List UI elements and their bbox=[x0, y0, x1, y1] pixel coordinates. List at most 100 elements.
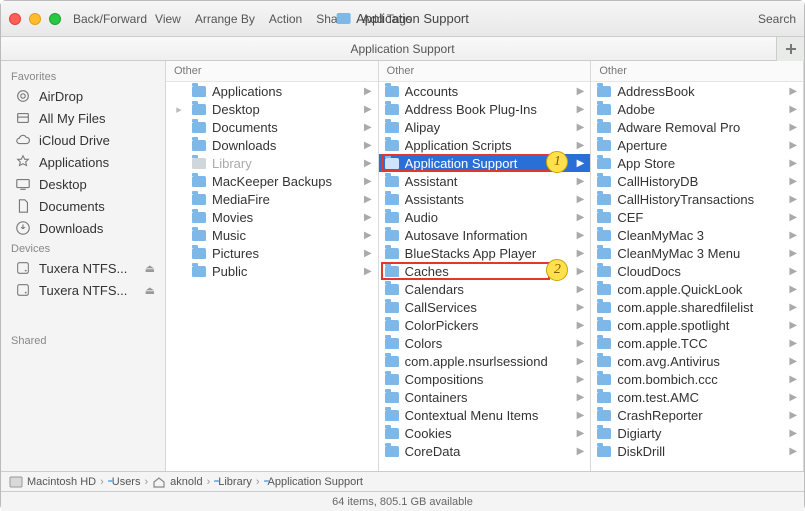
path-separator-icon: › bbox=[256, 476, 260, 488]
file-row[interactable]: Caches▶ bbox=[379, 262, 591, 280]
back-forward-label[interactable]: Back/Forward bbox=[73, 12, 147, 26]
file-row[interactable]: Digiarty▶ bbox=[591, 424, 803, 442]
chevron-right-icon: ▶ bbox=[789, 212, 797, 223]
file-row[interactable]: Address Book Plug-Ins▶ bbox=[379, 100, 591, 118]
file-row[interactable]: Pictures▶ bbox=[166, 244, 378, 262]
sidebar-item-label: Documents bbox=[39, 199, 105, 214]
file-row[interactable]: Accounts▶ bbox=[379, 82, 591, 100]
file-row[interactable]: Calendars▶ bbox=[379, 280, 591, 298]
folder-icon bbox=[385, 410, 399, 421]
file-row[interactable]: com.avg.Antivirus▶ bbox=[591, 352, 803, 370]
file-row[interactable]: CloudDocs▶ bbox=[591, 262, 803, 280]
tab-title[interactable]: Application Support bbox=[350, 42, 454, 56]
file-row[interactable]: com.apple.spotlight▶ bbox=[591, 316, 803, 334]
file-row[interactable]: Movies▶ bbox=[166, 208, 378, 226]
file-row[interactable]: Adobe▶ bbox=[591, 100, 803, 118]
sidebar-item[interactable]: AirDrop bbox=[1, 85, 165, 107]
file-row[interactable]: CallHistoryTransactions▶ bbox=[591, 190, 803, 208]
file-row[interactable]: Alipay▶ bbox=[379, 118, 591, 136]
file-row[interactable]: Compositions▶ bbox=[379, 370, 591, 388]
file-row[interactable]: CallServices▶ bbox=[379, 298, 591, 316]
sidebar-item[interactable]: iCloud Drive bbox=[1, 129, 165, 151]
file-row[interactable]: Documents▶ bbox=[166, 118, 378, 136]
path-item[interactable]: Library bbox=[214, 476, 252, 488]
file-row[interactable]: Downloads▶ bbox=[166, 136, 378, 154]
folder-icon bbox=[385, 356, 399, 367]
file-row[interactable]: App Store▶ bbox=[591, 154, 803, 172]
file-row[interactable]: Application Scripts▶ bbox=[379, 136, 591, 154]
file-row[interactable]: ▸Desktop▶ bbox=[166, 100, 378, 118]
file-row[interactable]: Autosave Information▶ bbox=[379, 226, 591, 244]
chevron-right-icon: ▶ bbox=[364, 122, 372, 133]
file-row[interactable]: Music▶ bbox=[166, 226, 378, 244]
chevron-right-icon: ▶ bbox=[789, 446, 797, 457]
sidebar-item[interactable]: Downloads bbox=[1, 217, 165, 239]
file-row[interactable]: Application Support▶ bbox=[379, 154, 591, 172]
chevron-right-icon: ▶ bbox=[789, 266, 797, 277]
file-row[interactable]: MacKeeper Backups▶ bbox=[166, 172, 378, 190]
file-row[interactable]: CleanMyMac 3 Menu▶ bbox=[591, 244, 803, 262]
file-row[interactable]: com.apple.TCC▶ bbox=[591, 334, 803, 352]
minimize-button[interactable] bbox=[29, 13, 41, 25]
new-tab-button[interactable] bbox=[776, 37, 804, 61]
folder-icon bbox=[385, 140, 399, 151]
eject-icon[interactable]: ⏏ bbox=[145, 262, 155, 275]
file-row[interactable]: MediaFire▶ bbox=[166, 190, 378, 208]
desktop-icon bbox=[15, 176, 31, 192]
file-row[interactable]: DiskDrill▶ bbox=[591, 442, 803, 460]
path-bar[interactable]: Macintosh HD›Users›aknold›Library›Applic… bbox=[1, 471, 804, 491]
file-row[interactable]: com.apple.nsurlsessiond▶ bbox=[379, 352, 591, 370]
menu-action[interactable]: Action bbox=[269, 12, 302, 26]
file-row[interactable]: Containers▶ bbox=[379, 388, 591, 406]
file-row[interactable]: com.test.AMC▶ bbox=[591, 388, 803, 406]
file-row[interactable]: CallHistoryDB▶ bbox=[591, 172, 803, 190]
file-row[interactable]: Public▶ bbox=[166, 262, 378, 280]
file-row[interactable]: Audio▶ bbox=[379, 208, 591, 226]
sidebar-item[interactable]: Applications bbox=[1, 151, 165, 173]
folder-icon bbox=[597, 122, 611, 133]
main-area: FavoritesAirDropAll My FilesiCloud Drive… bbox=[1, 61, 804, 471]
search-label[interactable]: Search bbox=[758, 12, 796, 26]
close-button[interactable] bbox=[9, 13, 21, 25]
file-row[interactable]: Library▶ bbox=[166, 154, 378, 172]
file-row[interactable]: BlueStacks App Player▶ bbox=[379, 244, 591, 262]
file-row[interactable]: CEF▶ bbox=[591, 208, 803, 226]
window-controls bbox=[9, 13, 61, 25]
file-row[interactable]: Applications▶ bbox=[166, 82, 378, 100]
path-item[interactable]: Macintosh HD bbox=[9, 476, 96, 488]
file-row[interactable]: Colors▶ bbox=[379, 334, 591, 352]
file-row[interactable]: com.bombich.ccc▶ bbox=[591, 370, 803, 388]
file-row[interactable]: Aperture▶ bbox=[591, 136, 803, 154]
file-row[interactable]: Cookies▶ bbox=[379, 424, 591, 442]
folder-icon bbox=[597, 302, 611, 313]
file-row[interactable]: Assistant▶ bbox=[379, 172, 591, 190]
path-item[interactable]: aknold bbox=[152, 476, 202, 488]
file-row[interactable]: Contextual Menu Items▶ bbox=[379, 406, 591, 424]
sidebar-item[interactable]: All My Files bbox=[1, 107, 165, 129]
path-item[interactable]: Application Support bbox=[264, 476, 363, 488]
sidebar-item[interactable]: Tuxera NTFS...⏏ bbox=[1, 279, 165, 301]
folder-icon bbox=[385, 320, 399, 331]
file-row[interactable]: Adware Removal Pro▶ bbox=[591, 118, 803, 136]
menu-view[interactable]: View bbox=[155, 12, 181, 26]
file-row[interactable]: CrashReporter▶ bbox=[591, 406, 803, 424]
path-item[interactable]: Users bbox=[108, 476, 141, 488]
zoom-button[interactable] bbox=[49, 13, 61, 25]
file-row[interactable]: com.apple.sharedfilelist▶ bbox=[591, 298, 803, 316]
sidebar-section-header: Favorites bbox=[1, 67, 165, 85]
home-icon bbox=[152, 476, 166, 488]
sidebar-item[interactable]: Tuxera NTFS...⏏ bbox=[1, 257, 165, 279]
sidebar-item[interactable]: Desktop bbox=[1, 173, 165, 195]
file-row[interactable]: CoreData▶ bbox=[379, 442, 591, 460]
eject-icon[interactable]: ⏏ bbox=[145, 284, 155, 297]
sidebar-item[interactable]: Documents bbox=[1, 195, 165, 217]
menu-arrangeby[interactable]: Arrange By bbox=[195, 12, 255, 26]
file-label: Colors bbox=[405, 336, 571, 351]
folder-icon bbox=[597, 158, 611, 169]
file-row[interactable]: ColorPickers▶ bbox=[379, 316, 591, 334]
file-row[interactable]: AddressBook▶ bbox=[591, 82, 803, 100]
file-row[interactable]: Assistants▶ bbox=[379, 190, 591, 208]
file-row[interactable]: CleanMyMac 3▶ bbox=[591, 226, 803, 244]
file-label: Accounts bbox=[405, 84, 571, 99]
file-row[interactable]: com.apple.QuickLook▶ bbox=[591, 280, 803, 298]
